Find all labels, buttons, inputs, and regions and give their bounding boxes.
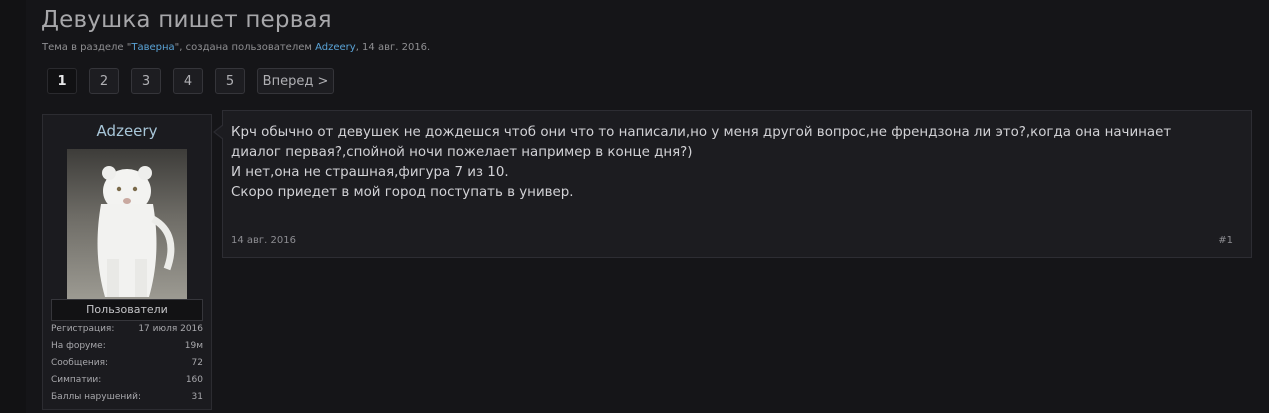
post-line: И нет,она не страшная,фигура 7 из 10. — [231, 165, 509, 180]
post-line: Скоро приедет в мой город поступать в ун… — [231, 185, 574, 200]
stat-row: Баллы нарушений: 31 — [51, 392, 203, 409]
thread-meta: Тема в разделе "Таверна", создана пользо… — [42, 42, 430, 53]
stat-value: 160 — [185, 375, 203, 385]
stat-value: 31 — [191, 392, 203, 402]
page-2-button[interactable]: 2 — [89, 68, 119, 94]
stat-value[interactable]: 72 — [192, 358, 203, 368]
post-body: Крч обычно от девушек не дождешся чтоб о… — [222, 110, 1252, 258]
user-role-badge: Пользователи — [51, 299, 203, 321]
stat-label: Симпатии: — [51, 375, 102, 385]
next-page-button[interactable]: Вперед > — [257, 68, 334, 94]
page-1-button[interactable]: 1 — [47, 68, 77, 94]
page-5-button[interactable]: 5 — [215, 68, 245, 94]
page-3-button[interactable]: 3 — [131, 68, 161, 94]
stat-label: Баллы нарушений: — [51, 392, 141, 402]
stat-row: На форуме: 19м — [51, 341, 203, 358]
post-arrow-inner — [215, 125, 224, 139]
user-stats: Регистрация: 17 июля 2016 На форуме: 19м… — [51, 324, 203, 409]
post-line: диалог первая?,спойной ночи пожелает нап… — [231, 145, 693, 160]
meta-middle: ", создана пользователем — [174, 42, 316, 53]
stat-row: Симпатии: 160 — [51, 375, 203, 392]
post-number-link[interactable]: #1 — [1218, 235, 1233, 246]
author-link[interactable]: Adzeery — [315, 42, 356, 53]
left-strip — [0, 0, 26, 413]
user-info-panel: Adzeery Пользователи Регистрация: 17 июл… — [42, 114, 212, 410]
user-avatar[interactable] — [67, 149, 187, 299]
post-line: Крч обычно от девушек не дождешся чтоб о… — [231, 125, 1172, 140]
post-text: Крч обычно от девушек не дождешся чтоб о… — [231, 123, 1247, 203]
page-4-button[interactable]: 4 — [173, 68, 203, 94]
white-lion-avatar-icon — [67, 149, 187, 299]
stat-row: Регистрация: 17 июля 2016 — [51, 324, 203, 341]
meta-date: , 14 авг. 2016. — [355, 42, 431, 53]
stat-label: Сообщения: — [51, 358, 109, 368]
stat-value: 19м — [184, 341, 203, 351]
stat-row: Сообщения: 72 — [51, 358, 203, 375]
post-date-link[interactable]: 14 авг. 2016 — [231, 235, 296, 246]
thread-title: Девушка пишет первая — [41, 7, 332, 33]
stat-value: 17 июля 2016 — [138, 324, 203, 334]
section-link[interactable]: Таверна — [131, 42, 174, 53]
stat-label: На форуме: — [51, 341, 106, 351]
meta-prefix: Тема в разделе " — [42, 42, 132, 53]
stat-label: Регистрация: — [51, 324, 115, 334]
username-link[interactable]: Adzeery — [43, 122, 211, 140]
